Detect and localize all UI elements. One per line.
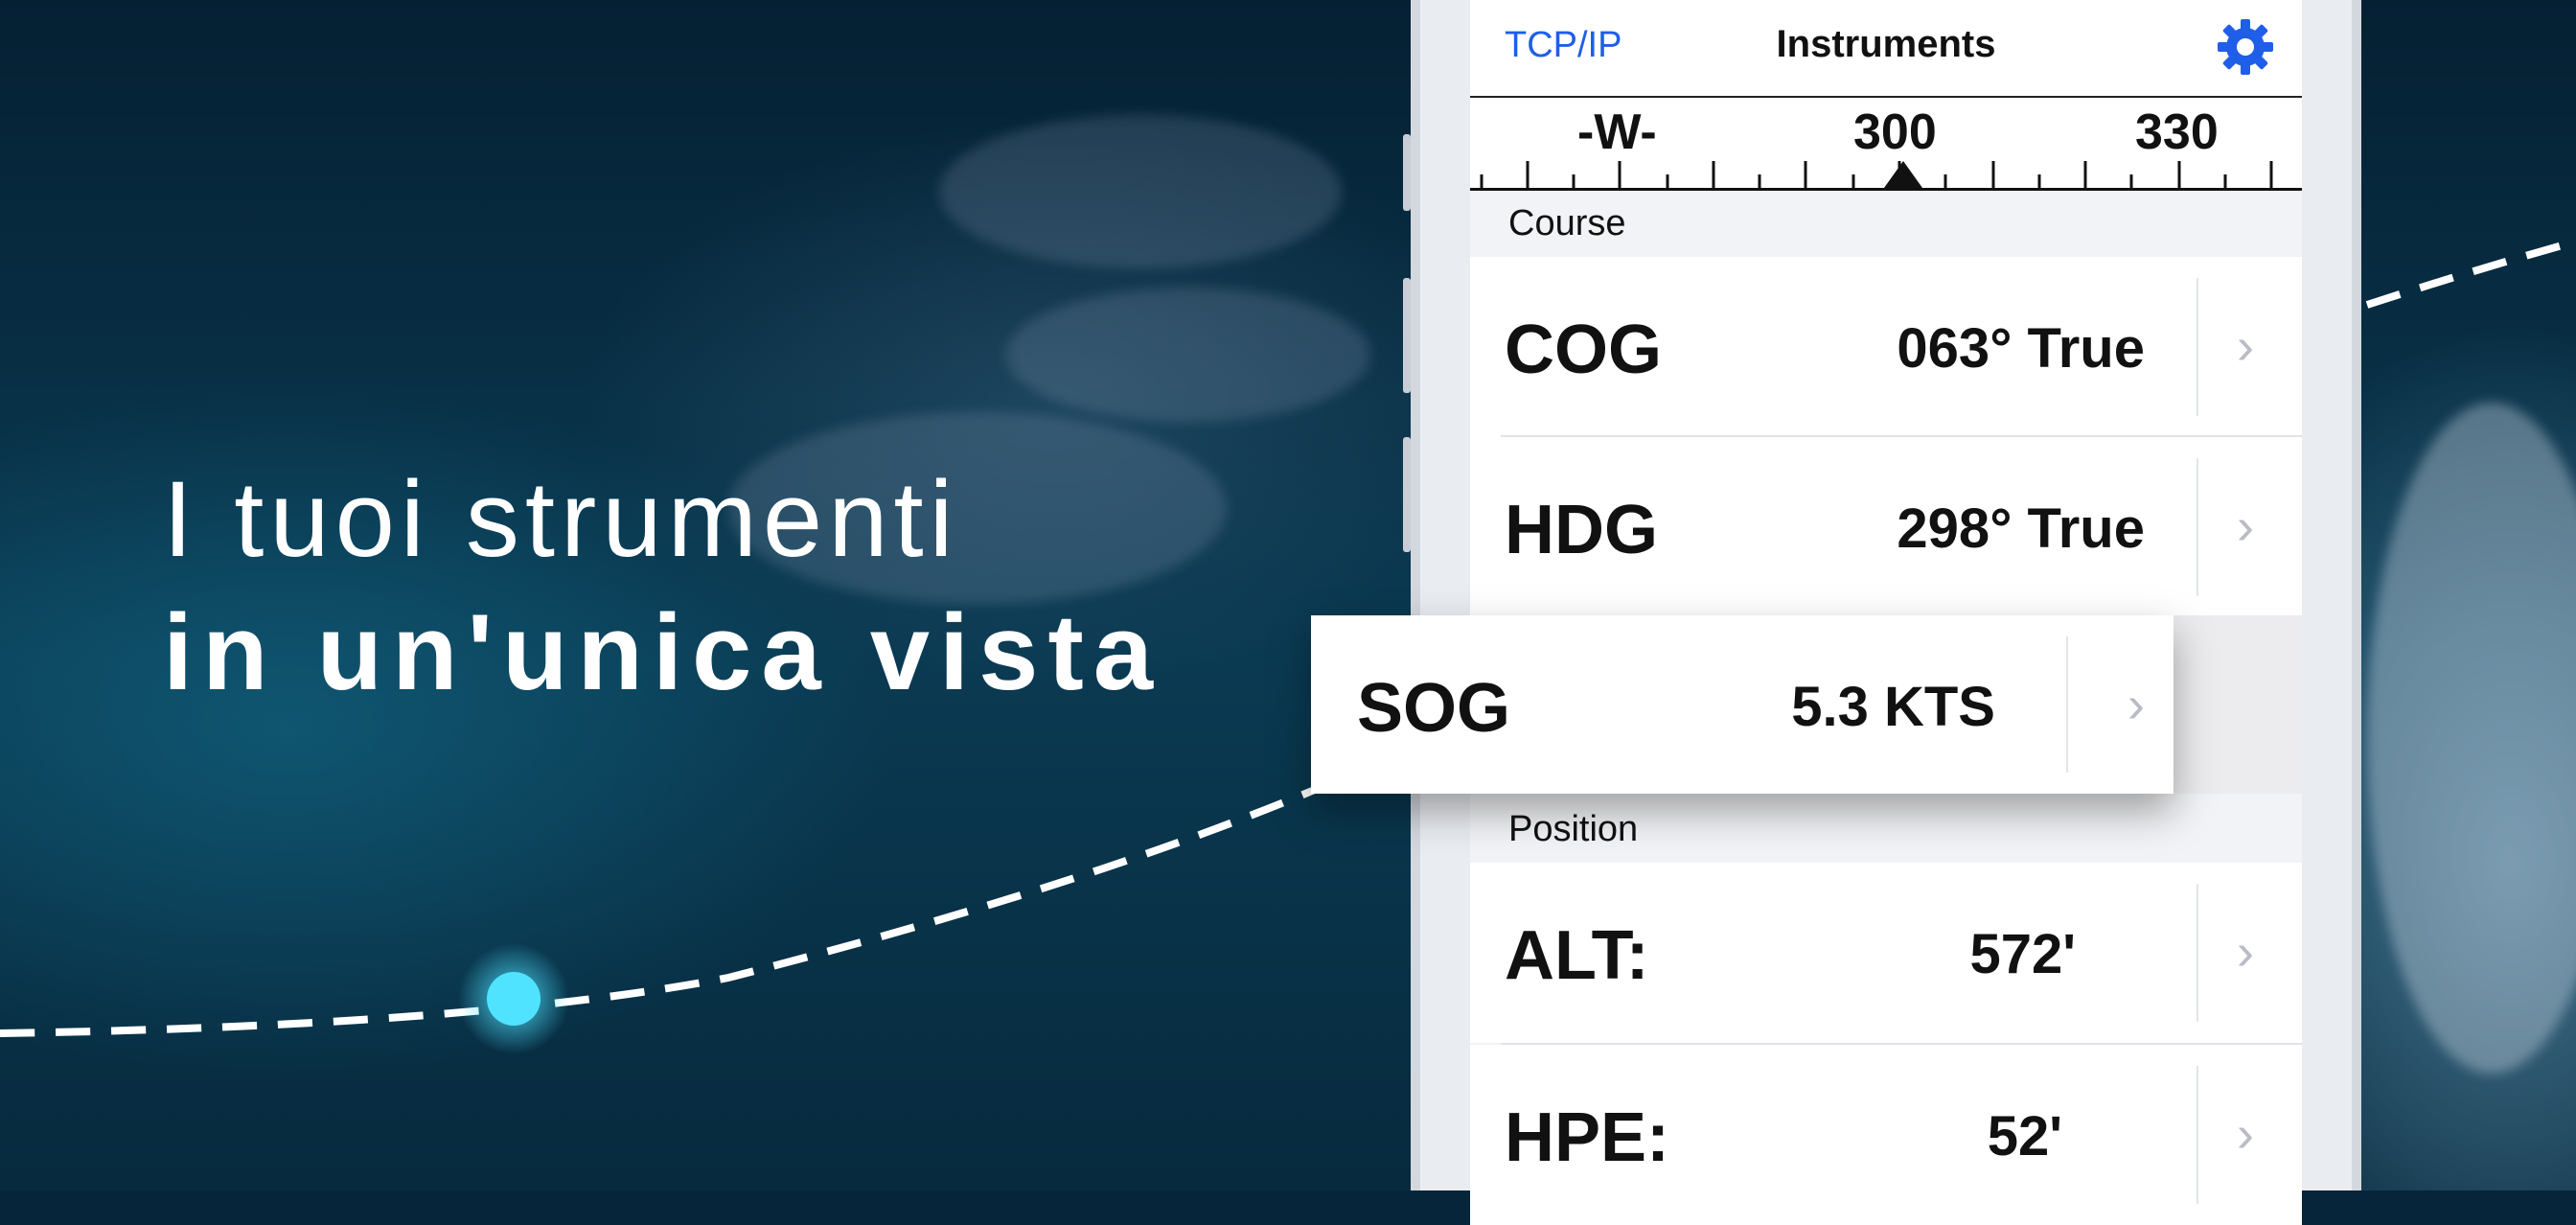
row-label: SOG <box>1357 670 1511 747</box>
heading-pointer <box>1884 161 1922 188</box>
app-screen: TCP/IP Instruments -W- 300 330 Course CO… <box>1470 0 2302 1225</box>
instrument-row-alt[interactable]: ALT: 572' › <box>1470 863 2302 1043</box>
navbar: TCP/IP Instruments <box>1470 0 2302 98</box>
row-separator <box>2196 458 2198 596</box>
compass-strip: -W- 300 330 <box>1470 98 2302 191</box>
section-header-course: Course <box>1508 203 1626 243</box>
instrument-row-hpe[interactable]: HPE: 52' › <box>1470 1045 2302 1225</box>
position-dot <box>487 972 540 1026</box>
row-value: 52' <box>1987 1105 2062 1167</box>
row-value: 063° True <box>1897 317 2145 380</box>
row-label: HPE: <box>1505 1099 1670 1176</box>
instrument-row-cog[interactable]: COG 063° True › <box>1470 257 2302 437</box>
row-value: 298° True <box>1897 497 2145 560</box>
row-label: COG <box>1505 312 1663 388</box>
section-header-position: Position <box>1508 809 1639 849</box>
row-label: HDG <box>1505 492 1658 568</box>
row-divider <box>1501 435 2302 437</box>
chevron-right-icon[interactable]: › <box>2128 675 2145 734</box>
row-separator <box>2196 1066 2198 1204</box>
instrument-row-hdg[interactable]: HDG 298° True › <box>1470 437 2302 617</box>
chevron-right-icon[interactable]: › <box>2237 497 2254 556</box>
chevron-right-icon[interactable]: › <box>2237 1104 2254 1164</box>
phone-side-button <box>1403 134 1411 211</box>
chevron-right-icon[interactable]: › <box>2237 922 2254 982</box>
instrument-row-sog[interactable]: SOG 5.3 KTS › <box>1311 615 2174 794</box>
row-value: 5.3 KTS <box>1791 676 1995 738</box>
gear-icon[interactable] <box>2214 15 2277 79</box>
row-separator <box>2066 636 2068 773</box>
page-title: Instruments <box>1776 23 1996 65</box>
row-separator <box>2196 278 2198 416</box>
highlight-backdrop <box>2174 615 2302 794</box>
compass-ticks <box>1480 161 2273 188</box>
row-separator <box>2196 884 2198 1022</box>
phone-side-button <box>1403 278 1411 393</box>
row-value: 572' <box>1969 923 2076 985</box>
phone-side-button <box>1403 437 1411 552</box>
row-divider <box>1501 1043 2302 1045</box>
chevron-right-icon[interactable]: › <box>2237 316 2254 376</box>
row-label: ALT: <box>1505 917 1649 994</box>
